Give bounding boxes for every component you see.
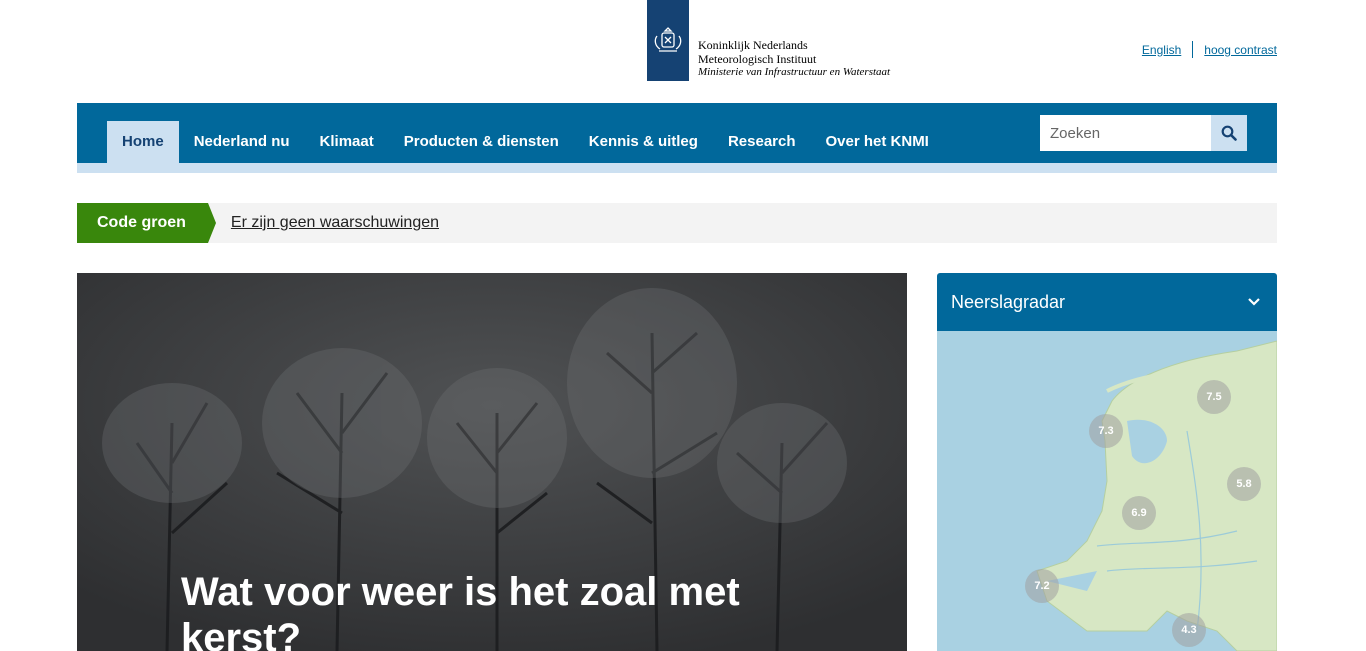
search-input[interactable] xyxy=(1040,115,1211,151)
hero-title[interactable]: Wat voor weer is het zoal met kerst? xyxy=(181,569,821,651)
radar-title: Neerslagradar xyxy=(951,291,1066,312)
nav-item-home[interactable]: Home xyxy=(107,121,179,163)
nav-item-klimaat[interactable]: Klimaat xyxy=(305,121,389,163)
temperature-marker[interactable]: 7.2 xyxy=(1025,569,1059,603)
radar-map[interactable]: 7.5 7.3 5.8 6.9 7.2 4.3 xyxy=(937,331,1277,651)
temperature-marker[interactable]: 6.9 xyxy=(1122,496,1156,530)
temperature-marker[interactable]: 5.8 xyxy=(1227,467,1261,501)
hero-banner[interactable]: Wat voor weer is het zoal met kerst? xyxy=(77,273,907,651)
search-button[interactable] xyxy=(1211,115,1247,151)
search-icon xyxy=(1221,125,1237,141)
search-form xyxy=(1040,115,1247,151)
warning-message-link[interactable]: Er zijn geen waarschuwingen xyxy=(231,214,439,232)
radar-card: Neerslagradar 7.5 7.3 5.8 6.9 7.2 4.3 xyxy=(937,273,1277,651)
site-logo[interactable]: Koninklijk Nederlands Meteorologisch Ins… xyxy=(647,0,890,82)
nav-item-nederland-nu[interactable]: Nederland nu xyxy=(179,121,305,163)
nav-underline xyxy=(77,163,1277,173)
coat-of-arms-icon xyxy=(654,26,682,52)
warning-bar: Code groen Er zijn geen waarschuwingen xyxy=(77,203,1277,243)
top-links: English hoog contrast xyxy=(1142,41,1277,58)
rijksoverheid-emblem xyxy=(647,0,689,81)
warning-code-badge[interactable]: Code groen xyxy=(77,203,216,243)
nav-item-kennis-uitleg[interactable]: Kennis & uitleg xyxy=(574,121,713,163)
main-nav: Home Nederland nu Klimaat Producten & di… xyxy=(77,103,1277,163)
nav-item-producten-diensten[interactable]: Producten & diensten xyxy=(389,121,574,163)
logo-line-3: Ministerie van Infrastructuur en Waterst… xyxy=(698,66,891,78)
logo-line-2: Meteorologisch Instituut xyxy=(698,51,817,66)
chevron-down-icon xyxy=(1248,298,1260,306)
link-divider xyxy=(1192,41,1194,58)
nav-item-research[interactable]: Research xyxy=(713,121,811,163)
logo-line-1: Koninklijk Nederlands xyxy=(698,38,808,52)
nav-items: Home Nederland nu Klimaat Producten & di… xyxy=(107,121,944,163)
temperature-marker[interactable]: 7.3 xyxy=(1089,414,1123,448)
temperature-marker[interactable]: 4.3 xyxy=(1172,613,1206,647)
english-link[interactable]: English xyxy=(1142,43,1181,57)
netherlands-map xyxy=(1036,340,1277,651)
logo-text: Koninklijk Nederlands Meteorologisch Ins… xyxy=(689,0,890,80)
high-contrast-link[interactable]: hoog contrast xyxy=(1204,43,1277,57)
radar-header[interactable]: Neerslagradar xyxy=(937,273,1277,331)
temperature-marker[interactable]: 7.5 xyxy=(1197,380,1231,414)
nav-item-over-het-knmi[interactable]: Over het KNMI xyxy=(811,121,944,163)
